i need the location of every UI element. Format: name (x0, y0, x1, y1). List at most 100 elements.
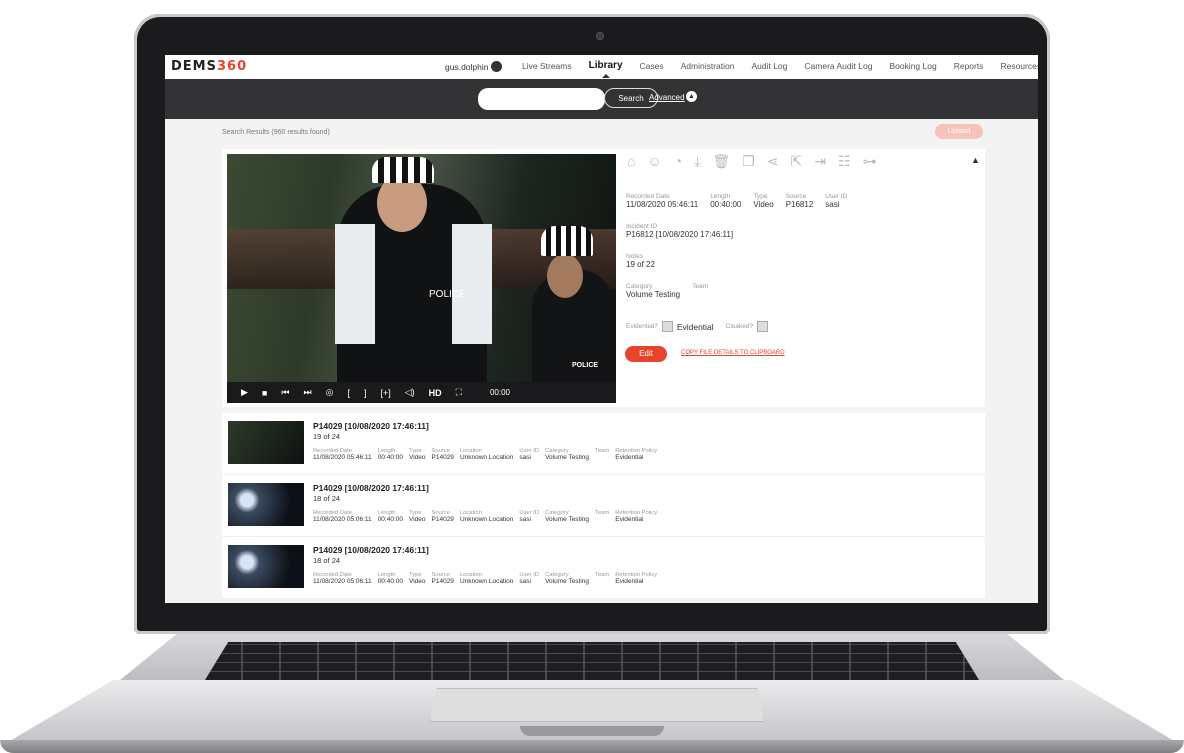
item-thumbnail[interactable] (228, 545, 304, 588)
length-label: Length (710, 193, 731, 200)
search-bar: Search Advanced ▲ (165, 79, 1038, 119)
move-icon[interactable]: ⇥ (814, 153, 826, 170)
meta-value: sasi (519, 516, 531, 523)
selected-item-panel: POLICE POLICE ▶ ■ ⏮ ⏭ ◎ [ ] [+] ◁) HD ⛶ … (222, 149, 985, 407)
nav-reports[interactable]: Reports (954, 61, 984, 71)
edit-button[interactable]: Edit (625, 346, 667, 362)
nav-resources[interactable]: Resources (1000, 61, 1038, 71)
upload-button[interactable]: Upload (935, 124, 983, 139)
playback-time: 00:00 (489, 388, 510, 397)
export-icon[interactable]: ⇱ (791, 153, 803, 170)
list-item[interactable]: P14029 [10/08/2020 17:46:11] 18 of 24 Re… (222, 475, 985, 537)
incident-block: Incident ID P16812 [10/08/2020 17:46:11] (626, 223, 847, 239)
user-menu[interactable]: gus.dolphin (445, 61, 503, 72)
type-value: Video (753, 200, 774, 209)
meta-value: P14029 (431, 516, 454, 523)
mark-in-icon[interactable]: [ (347, 388, 350, 398)
case-icon[interactable]: ☷ (838, 153, 851, 170)
video-vest-label-1: POLICE (429, 289, 466, 300)
trackpad (430, 688, 764, 722)
item-title[interactable]: P14029 [10/08/2020 17:46:11] (313, 421, 429, 431)
copy-icon[interactable]: ❐ (742, 153, 755, 170)
skip-back-icon[interactable]: ⏮ (281, 387, 289, 398)
user-id-label: User ID (825, 193, 848, 200)
laptop-edge (0, 740, 1184, 753)
share-user-icon[interactable]: ◔ (674, 153, 682, 170)
video-player[interactable]: POLICE POLICE (227, 154, 616, 382)
item-meta: Recorded Date 11/08/2020 05:06:11 Length 0… (313, 510, 657, 523)
collapse-icon[interactable]: ▲ (971, 155, 980, 165)
nav-cases[interactable]: Cases (640, 61, 664, 71)
mark-out-icon[interactable]: ] (364, 388, 367, 398)
meta-value: Evidential (615, 454, 644, 461)
share-icon[interactable]: ⋖ (767, 153, 779, 170)
user-name: gus.dolphin (445, 61, 489, 72)
meta-value: 00:40:00 (377, 516, 403, 523)
laptop-base (0, 634, 1184, 753)
video-controls: ▶ ■ ⏮ ⏭ ◎ [ ] [+] ◁) HD ⛶ 00:00 (227, 382, 616, 403)
team-label: Team (692, 283, 709, 290)
meta-value: Video (409, 578, 426, 585)
top-nav-bar: DEMS360 gus.dolphin Live Streams Library… (165, 55, 1038, 79)
cloaked-checkbox[interactable] (757, 321, 769, 332)
evidential-value: Evidential (676, 321, 714, 332)
volume-icon[interactable]: ◁) (405, 387, 415, 398)
item-action-toolbar: ⌂ ☺ ◔ ⤓ 🗑 ❐ ⋖ ⇱ ⇥ ☷ ⊶ (627, 153, 877, 170)
cloaked-label: Cloaked? (725, 323, 754, 330)
tag-icon[interactable]: ⌂ (627, 153, 635, 170)
nav-audit-log[interactable]: Audit Log (751, 61, 787, 71)
meta-value: 11/08/2020 05:06:11 (313, 578, 372, 585)
meta-value: 00:40:00 (377, 454, 403, 461)
video-cap-2 (541, 226, 593, 256)
meta-value: P14029 (431, 578, 454, 585)
list-item[interactable]: P14029 [10/08/2020 17:46:11] 19 of 24 Re… (222, 413, 985, 475)
details-row-1: Recorded Date 11/08/2020 05:46:11 Length 0… (626, 193, 847, 209)
meta-value: P14029 (431, 454, 454, 461)
meta-value: Unknown Location (459, 578, 514, 585)
nav-camera-audit-log[interactable]: Camera Audit Log (804, 61, 872, 71)
search-input[interactable] (478, 88, 605, 110)
item-thumbnail[interactable] (228, 483, 304, 526)
results-header: Search Results (960 results found) Uploa… (165, 119, 1038, 149)
notes-value: 19 of 22 (626, 260, 655, 269)
app-logo[interactable]: DEMS360 (171, 59, 247, 74)
advanced-toggle-icon[interactable]: ▲ (686, 91, 697, 102)
user-icon[interactable]: ☺ (647, 153, 661, 170)
incident-id-value: P16812 [10/08/2020 17:46:11] (626, 230, 734, 239)
video-shirt-right (452, 224, 492, 344)
add-clip-icon[interactable]: [+] (380, 388, 390, 398)
meta-value: Unknown Location (459, 516, 514, 523)
fullscreen-icon[interactable]: ⛶ (456, 387, 462, 398)
stop-icon[interactable]: ■ (262, 388, 267, 398)
item-title[interactable]: P14029 [10/08/2020 17:46:11] (313, 545, 429, 555)
hd-toggle[interactable]: HD (429, 388, 442, 398)
category-row: Category Volume Testing Team (626, 283, 847, 299)
list-item[interactable]: P14029 [10/08/2020 17:46:11] 18 of 24 Re… (222, 537, 985, 599)
delete-icon[interactable]: 🗑 (712, 153, 730, 170)
meta-value: 00:40:00 (377, 578, 403, 585)
nav-booking-log[interactable]: Booking Log (889, 61, 936, 71)
lid-notch (520, 726, 664, 736)
recorded-date-value: 11/08/2020 05:46:11 (626, 200, 699, 209)
evidential-checkbox[interactable] (661, 321, 673, 332)
nav-library[interactable]: Library (589, 60, 623, 78)
copy-details-link[interactable]: COPY FILE DETAILS TO CLIPBOARD (681, 350, 785, 356)
laptop-screen: DEMS360 gus.dolphin Live Streams Library… (165, 55, 1038, 603)
meta-value: 11/08/2020 05:06:11 (313, 516, 372, 523)
meta-value: sasi (519, 578, 531, 585)
hierarchy-icon[interactable]: ⊶ (863, 153, 877, 170)
nav-administration[interactable]: Administration (681, 61, 735, 71)
item-title[interactable]: P14029 [10/08/2020 17:46:11] (313, 483, 429, 493)
results-summary: Search Results (960 results found) (222, 129, 330, 136)
nav-live-streams[interactable]: Live Streams (522, 61, 572, 71)
skip-forward-icon[interactable]: ⏭ (303, 387, 311, 398)
length-value: 00:40:00 (710, 200, 742, 209)
item-thumbnail[interactable] (228, 421, 304, 464)
advanced-search-link[interactable]: Advanced (649, 93, 685, 102)
video-cap-1 (372, 157, 434, 183)
download-icon[interactable]: ⤓ (694, 153, 700, 170)
keyboard-rows (205, 642, 979, 680)
snapshot-icon[interactable]: ◎ (326, 387, 334, 398)
evidential-label: Evidential? (626, 323, 658, 330)
play-icon[interactable]: ▶ (241, 387, 248, 398)
